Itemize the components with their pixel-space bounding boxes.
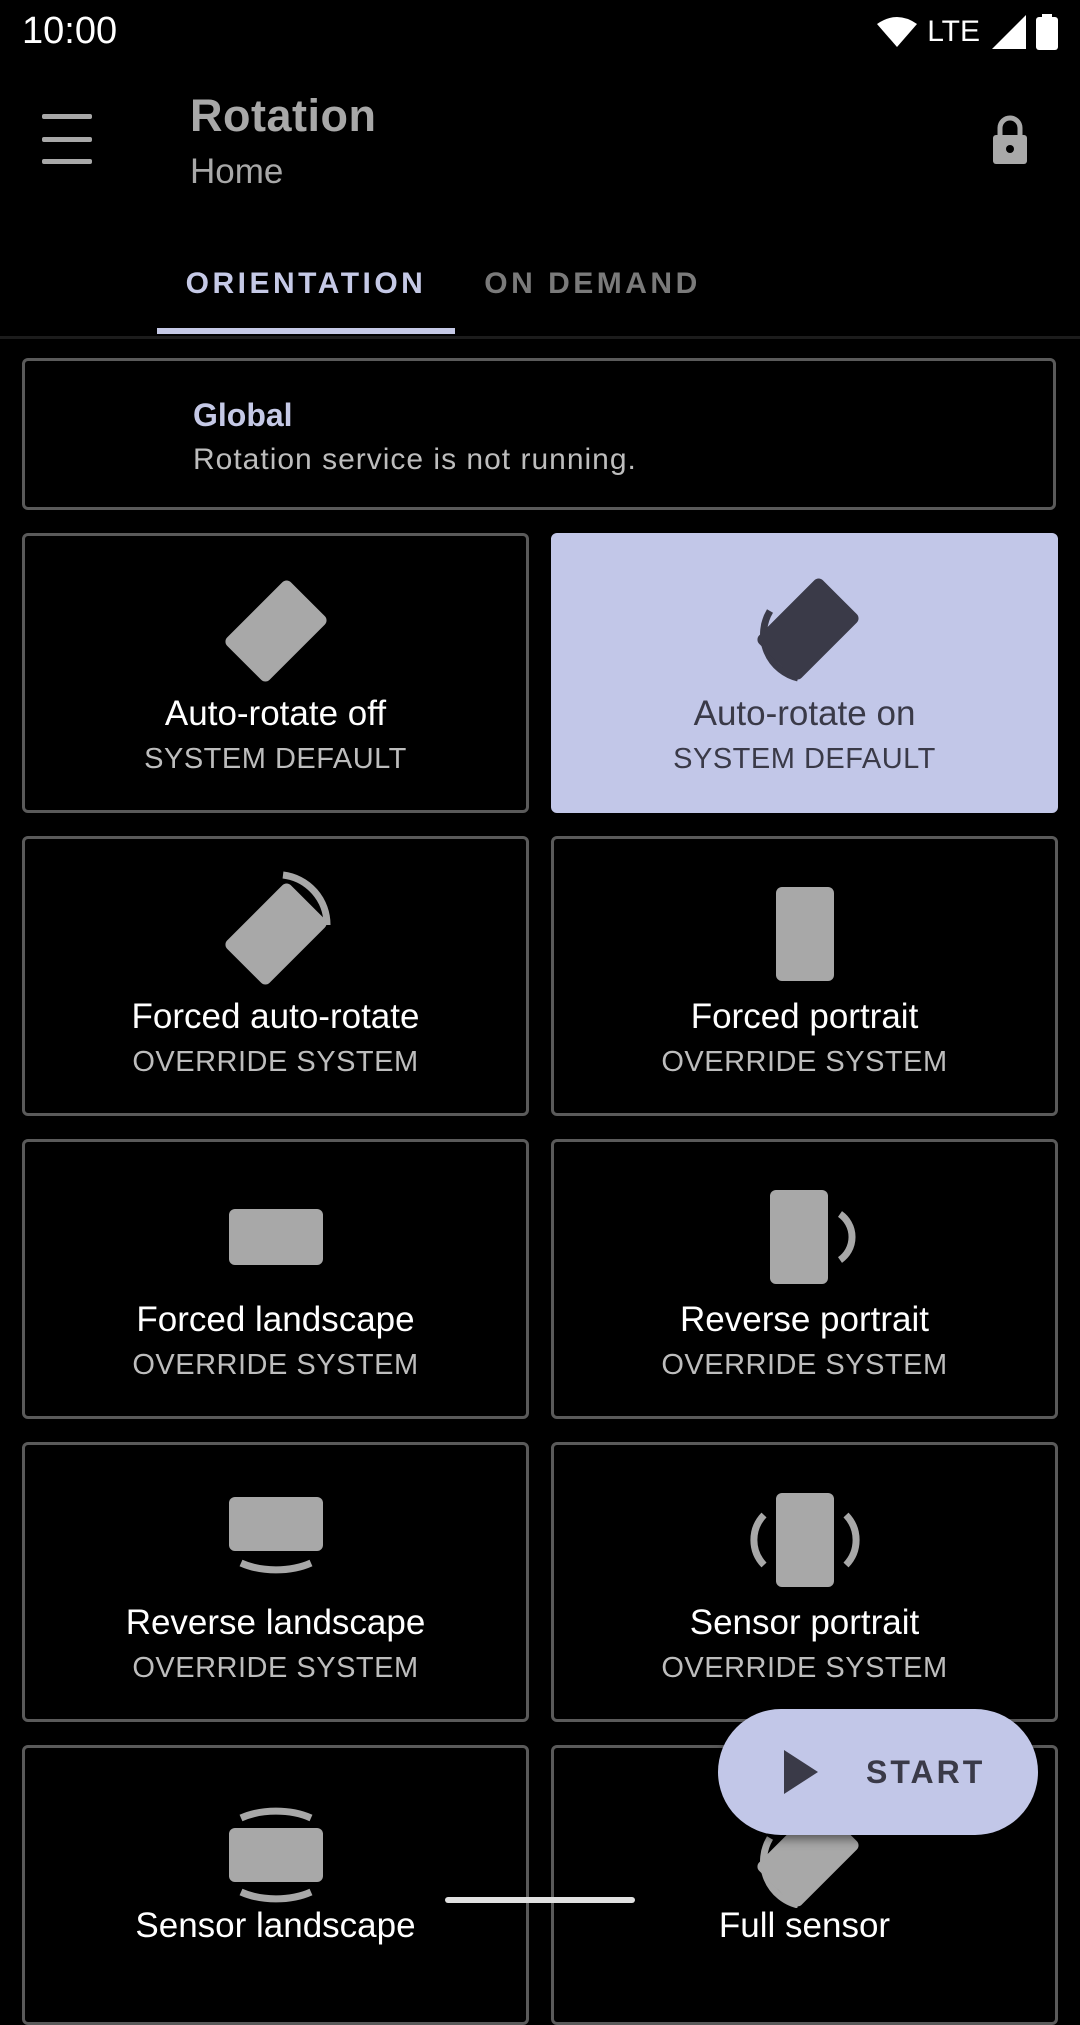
portrait-icon [775, 887, 834, 981]
mode-title: Reverse portrait [680, 1300, 929, 1339]
sensor-landscape-icon [228, 1807, 323, 1903]
mode-subtitle: OVERRIDE SYSTEM [132, 1349, 419, 1381]
mode-title: Forced portrait [690, 997, 919, 1036]
mode-subtitle: OVERRIDE SYSTEM [661, 1349, 948, 1381]
lock-button[interactable] [980, 110, 1040, 170]
start-button[interactable]: START [718, 1709, 1038, 1835]
mode-title: Sensor landscape [135, 1906, 416, 1945]
sensor-portrait-icon [749, 1493, 860, 1587]
mode-subtitle: OVERRIDE SYSTEM [661, 1046, 948, 1078]
mode-subtitle: OVERRIDE SYSTEM [661, 1652, 948, 1684]
mode-title: Full sensor [718, 1906, 891, 1945]
app-bar: Rotation Home [0, 62, 1080, 212]
tab-indicator [157, 328, 455, 334]
app-title: Rotation [190, 90, 377, 141]
reverse-landscape-icon [228, 1497, 323, 1574]
play-icon [784, 1750, 818, 1794]
tab-on-demand[interactable]: ON DEMAND [455, 232, 730, 336]
status-time: 10:00 [22, 10, 118, 52]
menu-icon [42, 114, 92, 119]
global-status: Rotation service is not running. [193, 443, 637, 476]
tab-bar: ORIENTATION ON DEMAND [0, 232, 1080, 339]
mode-subtitle: SYSTEM DEFAULT [673, 743, 936, 775]
menu-button[interactable] [42, 114, 102, 164]
mode-title: Forced auto-rotate [131, 997, 420, 1036]
mode-title: Sensor portrait [689, 1603, 920, 1642]
mode-card-forced-landscape[interactable]: Forced landscape OVERRIDE SYSTEM [22, 1139, 529, 1419]
forced-auto-rotate-icon [224, 871, 331, 985]
mode-card-sensor-portrait[interactable]: Sensor portrait OVERRIDE SYSTEM [551, 1442, 1058, 1722]
landscape-icon [228, 1209, 323, 1265]
mode-card-reverse-landscape[interactable]: Reverse landscape OVERRIDE SYSTEM [22, 1442, 529, 1722]
mode-title: Reverse landscape [125, 1603, 426, 1642]
mode-title: Auto-rotate off [164, 694, 387, 733]
mode-card-forced-portrait[interactable]: Forced portrait OVERRIDE SYSTEM [551, 836, 1058, 1116]
start-label: START [866, 1753, 986, 1790]
lock-icon [993, 115, 1027, 164]
signal-icon [992, 15, 1026, 49]
global-title: Global [193, 397, 293, 433]
mode-card-auto-rotate-on[interactable]: Auto-rotate on SYSTEM DEFAULT [551, 533, 1058, 813]
network-type: LTE [927, 15, 980, 48]
reverse-portrait-icon [769, 1190, 855, 1284]
app-subtitle: Home [190, 152, 284, 191]
mode-card-auto-rotate-off[interactable]: Auto-rotate off SYSTEM DEFAULT [22, 533, 529, 813]
auto-rotate-off-icon [224, 580, 327, 682]
global-card[interactable]: Global Rotation service is not running. [22, 358, 1056, 510]
mode-subtitle: OVERRIDE SYSTEM [132, 1652, 419, 1684]
mode-subtitle: SYSTEM DEFAULT [144, 743, 407, 775]
status-bar: 10:00 LTE [0, 0, 1080, 62]
mode-title: Forced landscape [136, 1300, 415, 1339]
tab-orientation[interactable]: ORIENTATION [157, 232, 455, 336]
wifi-icon [877, 17, 918, 47]
mode-subtitle: OVERRIDE SYSTEM [132, 1046, 419, 1078]
mode-card-sensor-landscape[interactable]: Sensor landscape [22, 1745, 529, 2025]
mode-title: Auto-rotate on [693, 694, 916, 733]
mode-card-forced-auto-rotate[interactable]: Forced auto-rotate OVERRIDE SYSTEM [22, 836, 529, 1116]
mode-card-reverse-portrait[interactable]: Reverse portrait OVERRIDE SYSTEM [551, 1139, 1058, 1419]
auto-rotate-on-icon [756, 578, 859, 682]
status-icons: LTE [877, 12, 1058, 52]
home-indicator[interactable] [445, 1897, 635, 1903]
battery-icon [1036, 14, 1058, 50]
